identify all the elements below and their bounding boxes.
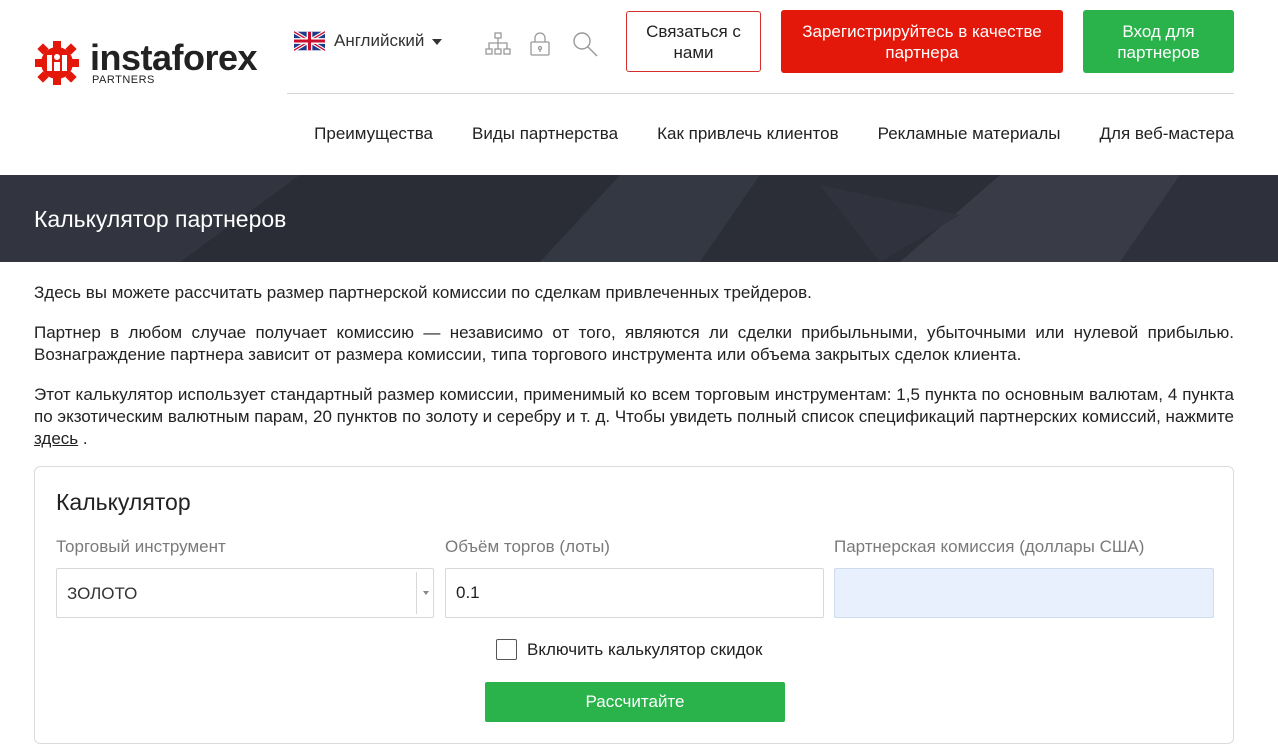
discount-toggle[interactable]: Включить калькулятор скидок [496, 639, 762, 660]
contact-us-button[interactable]: Связаться с нами [626, 11, 761, 72]
instrument-selected-value: ЗОЛОТО [67, 584, 138, 603]
intro-paragraph-1: Здесь вы можете рассчитать размер партне… [34, 283, 812, 302]
intro-paragraph-2: Партнер в любом случае получает комиссию… [34, 323, 1234, 364]
language-label: Английский [334, 31, 425, 50]
site-header: instaforex PARTNERS Английский Связаться… [0, 0, 1278, 175]
header-divider [287, 93, 1234, 94]
partner-login-button[interactable]: Вход для партнеров [1083, 10, 1234, 73]
nav-item-attract-clients[interactable]: Как привлечь клиентов [657, 124, 839, 144]
main-nav: Преимущества Виды партнерства Как привле… [275, 124, 1234, 144]
discount-checkbox[interactable] [496, 639, 517, 660]
page-banner: Калькулятор партнеров [0, 175, 1278, 262]
nav-item-advantages[interactable]: Преимущества [314, 124, 433, 144]
language-selector[interactable]: Английский [294, 30, 443, 52]
volume-input[interactable] [445, 568, 824, 618]
uk-flag-icon [294, 31, 325, 51]
intro-paragraph-3-text: Этот калькулятор использует стандартный … [34, 385, 1234, 426]
instaforex-logo[interactable]: instaforex PARTNERS [33, 38, 258, 88]
calculate-button[interactable]: Рассчитайте [485, 682, 785, 722]
commission-label: Партнерская комиссия (доллары США) [834, 537, 1145, 556]
logo-gear-icon [35, 41, 79, 85]
instrument-label: Торговый инструмент [56, 537, 226, 556]
commission-specs-link[interactable]: здесь [34, 429, 78, 448]
select-separator [416, 572, 417, 614]
sitemap-icon[interactable] [484, 30, 512, 58]
page-title: Калькулятор партнеров [34, 206, 287, 232]
nav-item-partnership-types[interactable]: Виды партнерства [472, 124, 618, 144]
search-icon[interactable] [571, 30, 599, 58]
logo-subtitle: PARTNERS [92, 74, 155, 86]
logo-wordmark: instaforex [90, 37, 258, 78]
chevron-down-icon [423, 591, 429, 595]
discount-checkbox-label: Включить калькулятор скидок [527, 639, 763, 659]
register-partner-button[interactable]: Зарегистрируйтесь в качестве партнера [781, 10, 1063, 73]
nav-item-webmaster[interactable]: Для веб-мастера [1100, 124, 1234, 144]
intro-paragraph-3: Этот калькулятор использует стандартный … [34, 384, 1234, 450]
calculator-title: Калькулятор [56, 489, 191, 515]
volume-label: Объём торгов (лоты) [445, 537, 610, 556]
nav-item-promo-materials[interactable]: Рекламные материалы [878, 124, 1061, 144]
chevron-down-icon [432, 39, 443, 45]
lock-icon[interactable] [526, 30, 554, 58]
intro-paragraph-3-end: . [78, 429, 88, 448]
calculator-panel: Калькулятор Торговый инструмент Объём то… [34, 466, 1234, 744]
instrument-select[interactable]: ЗОЛОТО [56, 568, 434, 618]
commission-output[interactable] [834, 568, 1214, 618]
